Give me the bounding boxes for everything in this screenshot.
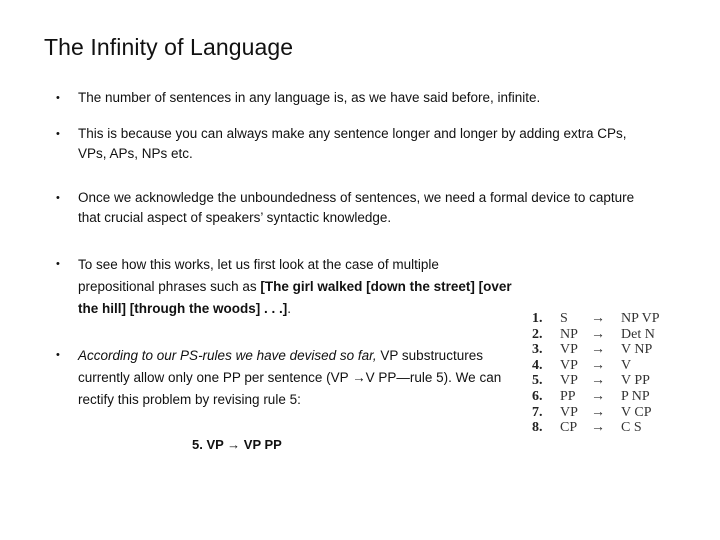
rule-rhs: V PP	[621, 373, 650, 389]
rule-rhs: C S	[621, 420, 642, 436]
rule-lhs: S	[560, 311, 568, 326]
arrow-icon: →	[591, 357, 605, 373]
rule-lhs: CP	[560, 420, 578, 436]
rule-lhs: VP	[560, 404, 578, 420]
bullet-text: The number of sentences in any language …	[78, 90, 541, 105]
bullet-text: To see how this works, let us first look…	[78, 254, 518, 320]
rule-rhs: Det N	[621, 326, 655, 342]
bullet-text: This is because you can always make any …	[78, 126, 627, 161]
arrow-icon: →	[591, 373, 605, 389]
bullet-text-italic: According to our PS-rules we have devise…	[78, 348, 377, 363]
rule-number: 2.	[532, 326, 543, 342]
rule-rhs: P NP	[621, 388, 650, 404]
rule-rhs: NP VP	[621, 311, 660, 326]
rule-lhs: VP	[560, 373, 578, 389]
arrow-icon: →	[591, 388, 605, 404]
arrow-icon: →	[591, 326, 605, 342]
rule-rhs: V	[621, 357, 632, 373]
bullet-icon: •	[56, 128, 60, 140]
rule-rhs: V NP	[621, 342, 653, 358]
bullet-icon: •	[56, 349, 60, 361]
rule-number: 1.	[532, 311, 543, 326]
arrow-icon: →	[591, 420, 605, 436]
rule-rhs: V CP	[621, 404, 652, 420]
slide-title: The Infinity of Language	[44, 34, 294, 60]
rule-number: 3.	[532, 342, 543, 358]
bullet-icon: •	[56, 92, 60, 104]
revised-rule: 5. VP → VP PP	[192, 437, 282, 452]
rule-lhs: VP	[560, 357, 578, 373]
bullet-text: According to our PS-rules we have devise…	[78, 345, 518, 411]
rule-lhs: PP	[560, 388, 576, 404]
rule-number: 4.	[532, 357, 543, 373]
arrow-icon: →	[591, 311, 605, 326]
rule-lhs: NP	[560, 326, 578, 342]
rule-number: 6.	[532, 388, 543, 404]
bullet-text-end: .	[287, 301, 291, 316]
arrow-icon: →	[591, 404, 605, 420]
slide: The Infinity of Language • The number of…	[0, 0, 720, 540]
rule-number: 8.	[532, 420, 543, 436]
arrow-icon: →	[591, 342, 605, 358]
bullet-text: Once we acknowledge the unboundedness of…	[78, 190, 635, 225]
rule-number: 5.	[532, 373, 543, 389]
rule-lhs: VP	[560, 342, 578, 358]
bullet-icon: •	[56, 258, 60, 270]
bullet-icon: •	[56, 192, 60, 204]
rule-number: 7.	[532, 404, 543, 420]
